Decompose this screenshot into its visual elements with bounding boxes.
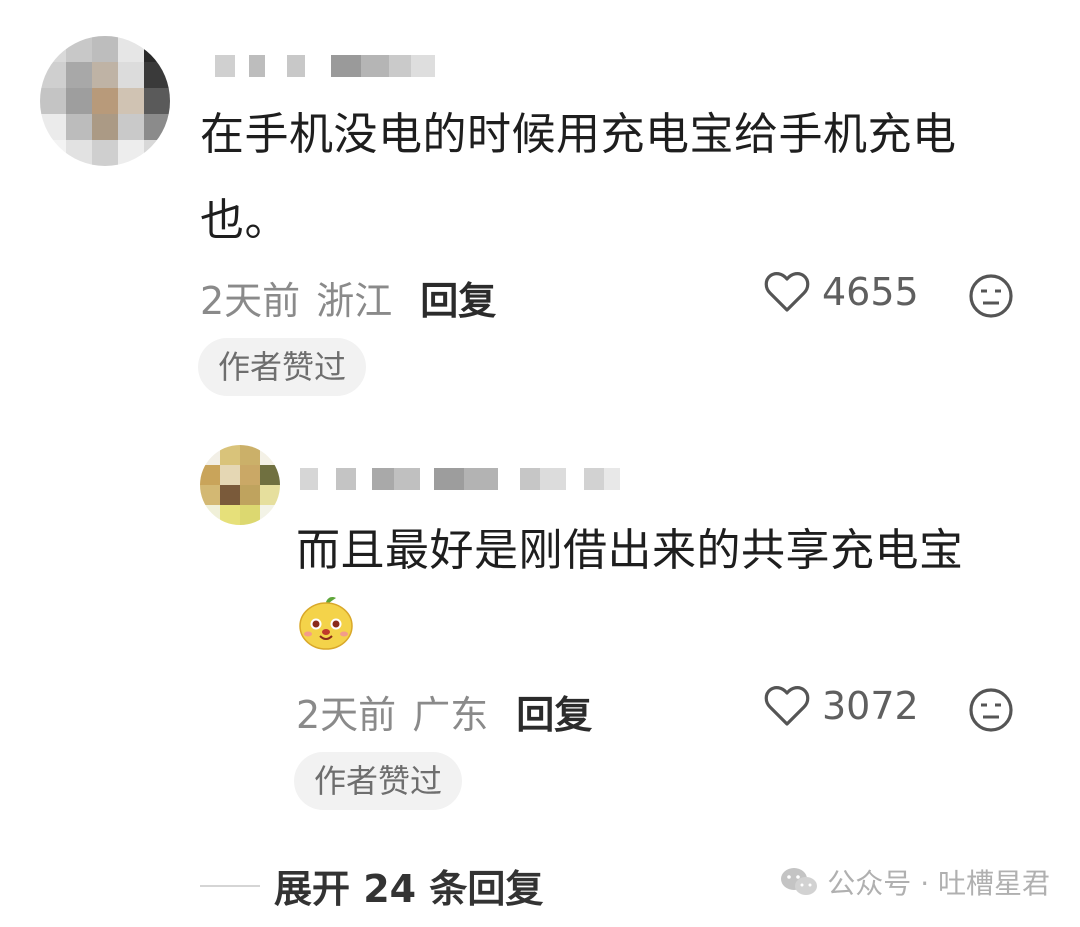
expand-replies-button[interactable]: 展开 24 条回复 [200, 858, 543, 913]
username-blurred[interactable] [300, 468, 620, 490]
comment-time: 2天前 [296, 693, 397, 737]
like-button[interactable]: 4655 [764, 270, 919, 314]
comment-location: 浙江 [316, 279, 393, 323]
like-count: 3072 [822, 684, 919, 728]
comment-location: 广东 [412, 693, 489, 737]
divider-line [200, 884, 260, 887]
avatar[interactable] [40, 36, 170, 166]
dislike-face-icon[interactable] [968, 687, 1014, 733]
avatar[interactable] [200, 445, 280, 525]
heart-icon [764, 686, 810, 726]
expand-replies-label: 展开 24 条回复 [274, 867, 544, 911]
dislike-face-icon[interactable] [968, 273, 1014, 319]
wechat-icon [781, 868, 818, 895]
heart-icon [764, 272, 810, 312]
reply-button[interactable]: 回复 [516, 684, 592, 739]
comment-text: 在手机没电的时候用充电宝给手机充电也。 [200, 109, 957, 246]
comment-text: 而且最好是刚借出来的共享充电宝 [296, 525, 964, 576]
watermark-text: 公众号 · 吐槽星君 [827, 867, 1050, 900]
cute-face-emoji-icon [299, 597, 353, 650]
comment-time: 2天前 [200, 279, 301, 323]
username-blurred[interactable] [215, 55, 435, 77]
comment-meta: 2天前 浙江 回复 [200, 270, 496, 325]
comment-meta: 2天前 广东 回复 [296, 684, 592, 739]
author-liked-badge: 作者赞过 [198, 338, 367, 396]
author-liked-badge: 作者赞过 [294, 752, 463, 810]
reply-button[interactable]: 回复 [420, 270, 496, 325]
like-button[interactable]: 3072 [764, 684, 919, 728]
watermark: 公众号 · 吐槽星君 [779, 862, 1050, 902]
like-count: 4655 [822, 270, 919, 314]
